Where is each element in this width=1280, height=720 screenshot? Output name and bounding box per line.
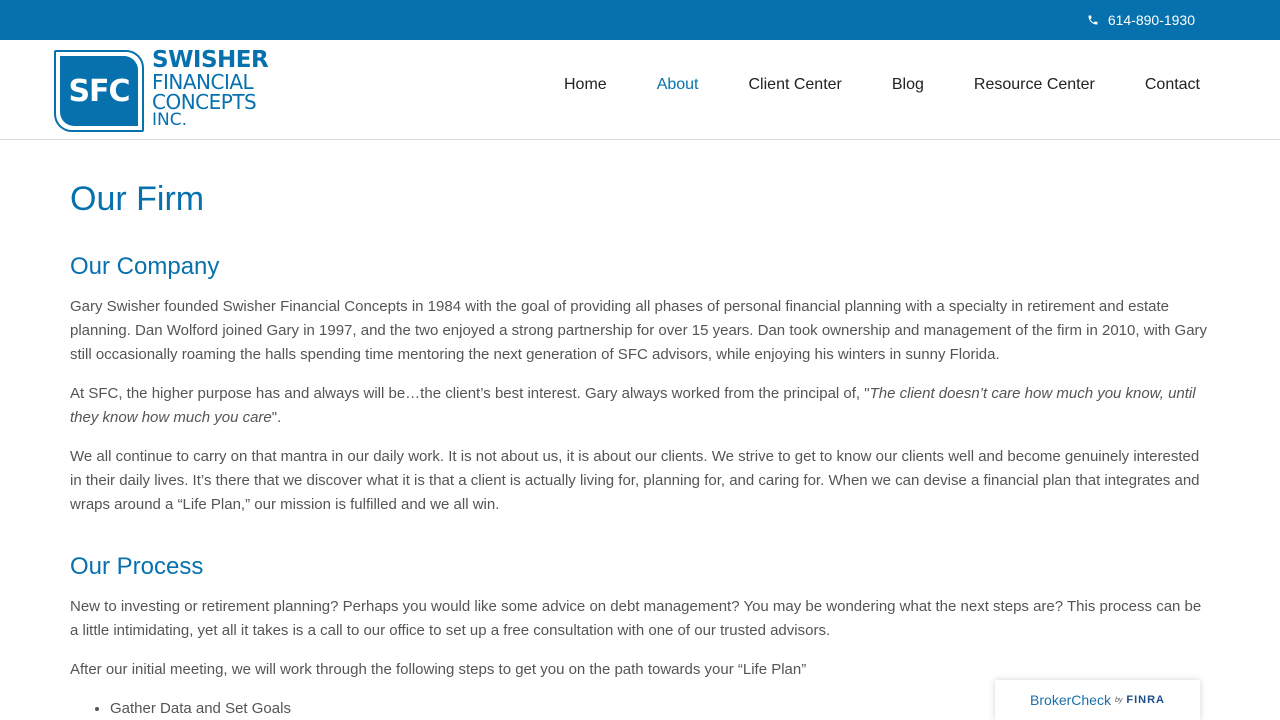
logo-line-1: SWISHER [152,47,269,73]
site-header: SFC SWISHER FINANCIAL CONCEPTS INC. Home… [0,40,1280,140]
company-paragraph-1: Gary Swisher founded Swisher Financial C… [70,298,1208,363]
nav-item-home[interactable]: Home [564,76,607,94]
our-company-section: Our Company Gary Swisher founded Swisher… [70,253,1210,517]
nav-item-blog[interactable]: Blog [892,76,924,94]
process-paragraph-1: New to investing or retirement planning?… [70,598,1202,639]
logo-line-2: FINANCIAL [152,70,254,94]
process-paragraph-2: After our initial meeting, we will work … [70,661,807,678]
page-title: Our Firm [70,180,205,218]
nav-item-resource-center[interactable]: Resource Center [974,76,1095,94]
logo-line-3: CONCEPTS [152,90,257,114]
main-nav: Home About Client Center Blog Resource C… [564,40,1200,130]
phone-link[interactable]: 614-890-1930 [1087,0,1195,40]
our-company-heading: Our Company [70,253,220,280]
nav-item-about[interactable]: About [657,76,699,94]
site-logo[interactable]: SFC SWISHER FINANCIAL CONCEPTS INC. [54,47,269,133]
top-bar: 614-890-1930 [0,0,1280,40]
company-paragraph-2-tail: ". [271,409,282,426]
finra-label: FINRA [1126,694,1165,706]
brokercheck-by: by [1114,696,1123,704]
brokercheck-label: BrokerCheck [1030,692,1111,708]
brokercheck-widget[interactable]: BrokerCheck by FINRA [995,680,1200,720]
logo-wordmark: SWISHER FINANCIAL CONCEPTS INC. [152,47,269,130]
logo-line-4: INC. [152,110,188,130]
phone-number: 614-890-1930 [1107,12,1195,28]
company-paragraph-3: We all continue to carry on that mantra … [70,448,1200,513]
nav-item-client-center[interactable]: Client Center [749,76,842,94]
logo-mark-text: SFC [60,56,138,126]
nav-item-contact[interactable]: Contact [1145,76,1200,94]
company-paragraph-2-lead: At SFC, the higher purpose has and alway… [70,385,870,402]
company-paragraph-2: At SFC, the higher purpose has and alway… [70,382,1210,430]
our-process-heading: Our Process [70,553,204,580]
logo-mark: SFC [54,50,144,132]
phone-icon [1087,14,1099,26]
